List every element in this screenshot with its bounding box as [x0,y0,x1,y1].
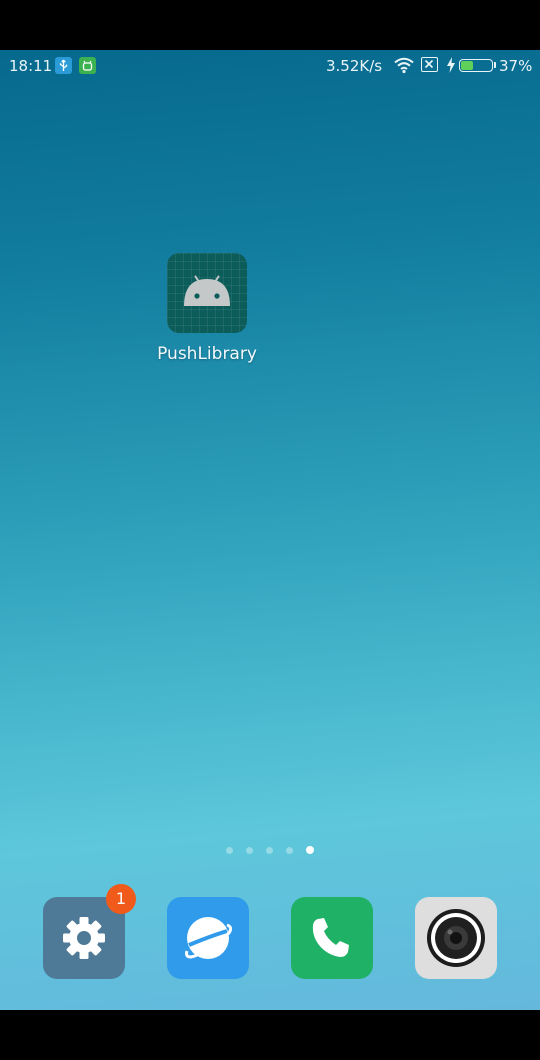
battery-icon [459,59,493,72]
page-dot-active[interactable] [306,846,314,854]
browser-planet-icon [185,917,233,959]
page-dot[interactable] [266,847,273,854]
battery-percent: 37% [499,57,533,75]
usb-debug-icon [55,57,72,74]
home-screen: 18:11 3.52K/s 37% PushLibrary 1 [0,50,540,1010]
battery-level-fill [461,61,473,70]
status-bar: 18:11 3.52K/s 37% [0,50,540,82]
android-icon [167,253,247,333]
phone-icon [312,918,349,957]
app-label: PushLibrary [157,344,257,364]
phone-app[interactable] [291,897,373,979]
camera-lens-icon [427,909,485,967]
bottom-letterbox [0,1010,540,1060]
browser-app[interactable] [167,897,249,979]
wifi-icon [393,56,415,78]
camera-app[interactable] [415,897,497,979]
page-dot[interactable] [246,847,253,854]
page-dot[interactable] [226,847,233,854]
network-speed: 3.52K/s [326,57,383,75]
android-debug-icon [79,57,96,74]
page-indicator[interactable] [0,846,540,856]
page-dot[interactable] [286,847,293,854]
status-time: 18:11 [9,57,53,75]
top-letterbox [0,0,540,50]
charging-bolt-icon [446,57,456,77]
battery-tip [494,62,496,68]
settings-notification-badge: 1 [106,884,136,914]
app-pushlibrary[interactable]: PushLibrary [147,253,267,364]
no-sim-icon [421,57,438,72]
